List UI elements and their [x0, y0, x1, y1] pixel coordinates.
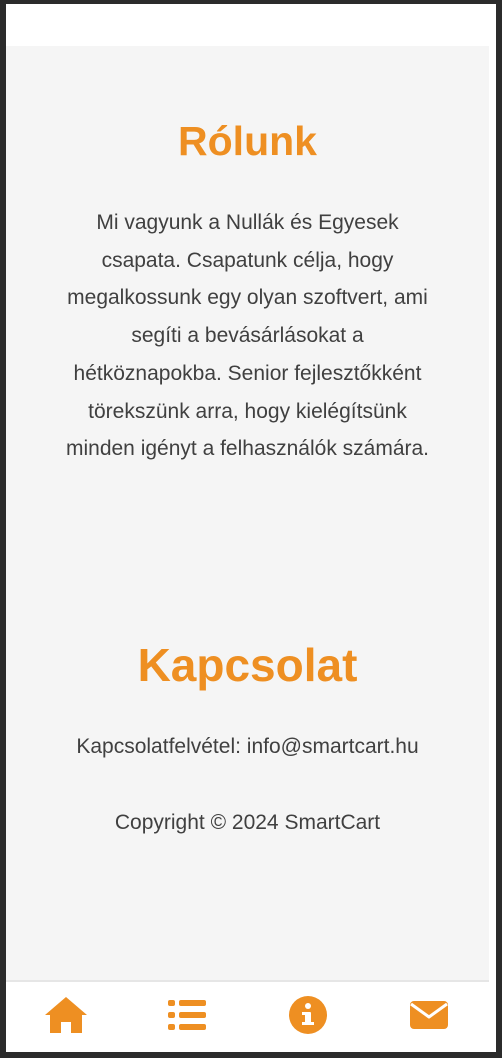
copyright-text: Copyright © 2024 SmartCart	[114, 811, 381, 834]
contact-email-text[interactable]: Kapcsolatfelvétel: info@smartcart.hu	[6, 735, 489, 759]
about-text: Mi vagyunk a Nullák és Egyesek csapata. …	[65, 211, 430, 461]
about-title: Rólunk	[178, 118, 317, 164]
scrollbar[interactable]	[489, 4, 496, 1052]
envelope-icon	[409, 1001, 448, 1029]
home-icon	[45, 997, 88, 1033]
top-bar	[6, 4, 489, 46]
nav-list-button[interactable]	[157, 987, 217, 1043]
bottom-navigation	[6, 980, 489, 1052]
nav-home-button[interactable]	[36, 987, 96, 1043]
list-icon	[168, 1000, 207, 1030]
info-icon	[288, 996, 327, 1034]
contact-title: Kapcsolat	[137, 639, 358, 691]
app-frame: Rólunk Mi vagyunk a Nullák és Egyesek cs…	[6, 4, 489, 1052]
nav-info-button[interactable]	[278, 987, 338, 1043]
nav-contact-button[interactable]	[399, 987, 459, 1043]
